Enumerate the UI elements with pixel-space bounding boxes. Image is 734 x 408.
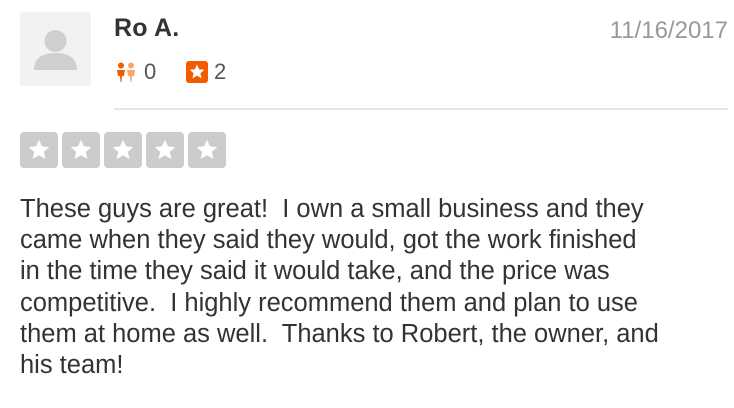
rating-star: [62, 132, 100, 168]
rating-star: [146, 132, 184, 168]
reviews-count: 2: [214, 59, 227, 84]
review-star-icon: [186, 61, 208, 83]
reviews-count-stat: 2: [186, 60, 226, 84]
user-avatar[interactable]: [20, 12, 91, 86]
header-divider: [114, 108, 728, 110]
star-icon: [154, 139, 176, 159]
rating-star: [20, 132, 58, 168]
star-rating: [20, 132, 226, 168]
friends-count-stat: 0: [114, 60, 156, 84]
review-text: These guys are great! I own a small busi…: [20, 195, 659, 380]
review-date: 11/16/2017: [609, 17, 728, 44]
friends-icon: [117, 62, 135, 82]
star-icon: [196, 139, 218, 159]
star-icon: [112, 139, 134, 159]
star-icon: [28, 139, 50, 159]
rating-star: [188, 132, 226, 168]
default-user-avatar-icon: [20, 12, 91, 86]
review-card: Ro A. 11/16/2017 0 2 These guys are grea…: [0, 0, 734, 408]
friends-count: 0: [144, 59, 157, 84]
user-name[interactable]: Ro A.: [114, 14, 179, 43]
rating-star: [104, 132, 142, 168]
star-icon: [70, 139, 92, 159]
